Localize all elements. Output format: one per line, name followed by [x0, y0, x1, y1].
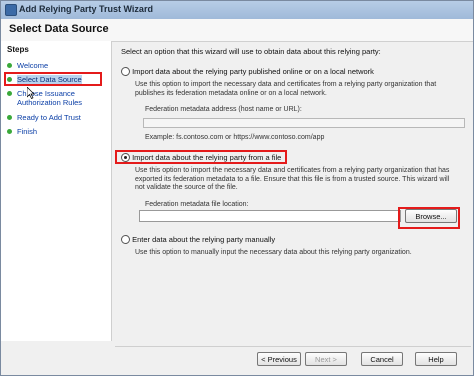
highlight-file-option [115, 150, 287, 164]
step-label: Finish [17, 127, 38, 136]
online-description: Use this option to import the necessary … [135, 81, 455, 98]
step-label: Choose Issuance [17, 89, 75, 98]
online-desc-line-2: publishes its federation metadata online… [135, 89, 327, 97]
radio-manual-row[interactable]: Enter data about the relying party manua… [121, 234, 276, 245]
footer-divider [115, 346, 471, 347]
radio-manual[interactable] [121, 234, 130, 244]
file-desc-line-3: not validate the source of the file. [135, 184, 238, 191]
title-bar: Add Relying Party Trust Wizard [1, 1, 473, 20]
online-desc-line-1: Use this option to import the necessary … [135, 81, 437, 88]
step-dot-icon [7, 115, 12, 120]
pointer-cursor-icon [27, 87, 35, 99]
step-label: Authorization Rules [17, 98, 83, 107]
step-label: Ready to Add Trust [17, 113, 81, 122]
metadata-address-label: Federation metadata address (host name o… [145, 106, 302, 113]
app-icon [5, 4, 17, 16]
steps-panel: Steps Welcome Select Data Source Choose … [1, 41, 112, 341]
metadata-address-input[interactable] [143, 118, 465, 128]
step-label: Welcome [17, 61, 49, 70]
file-location-input[interactable] [139, 210, 401, 222]
radio-online-row[interactable]: Import data about the relying party publ… [121, 66, 374, 77]
step-dot-icon [7, 63, 12, 68]
metadata-address-example: Example: fs.contoso.com or https://www.c… [145, 134, 325, 141]
previous-button[interactable]: < Previous [257, 352, 301, 366]
radio-online[interactable] [121, 66, 130, 76]
file-location-label: Federation metadata file location: [145, 201, 249, 208]
file-desc-line-2: exported its federation metadata to a fi… [135, 175, 450, 183]
help-button[interactable]: Help [415, 352, 457, 366]
page-header: Select Data Source [1, 19, 473, 42]
highlight-step [4, 72, 102, 86]
cancel-button[interactable]: Cancel [361, 352, 403, 366]
page-title: Select Data Source [9, 23, 109, 35]
steps-heading: Steps [7, 45, 29, 54]
intro-text: Select an option that this wizard will u… [121, 47, 381, 56]
step-dot-icon [7, 129, 12, 134]
step-dot-icon [7, 91, 12, 96]
manual-description: Use this option to manually input the ne… [135, 249, 412, 256]
radio-online-label: Import data about the relying party publ… [132, 67, 374, 76]
file-desc-line-1: Use this option to import the necessary … [135, 167, 450, 174]
file-description: Use this option to import the necessary … [135, 167, 455, 193]
highlight-browse [398, 207, 460, 229]
next-button[interactable]: Next > [305, 352, 347, 366]
window-title: Add Relying Party Trust Wizard [19, 4, 153, 14]
wizard-window: Add Relying Party Trust Wizard Select Da… [0, 0, 474, 376]
radio-manual-label: Enter data about the relying party manua… [132, 235, 276, 244]
content-panel: Select an option that this wizard will u… [115, 41, 471, 341]
